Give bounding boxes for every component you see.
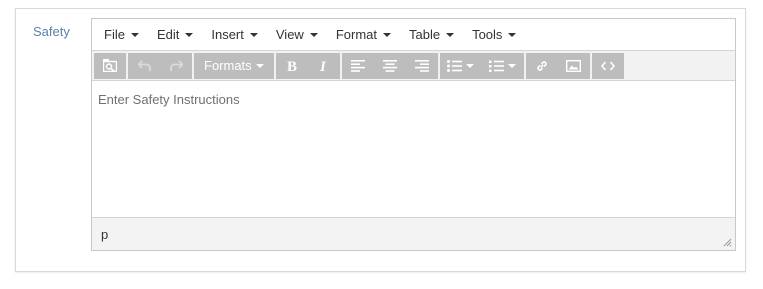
bullet-list-icon — [447, 59, 463, 72]
caret-down-icon — [130, 32, 139, 37]
align-right-button[interactable] — [406, 53, 438, 79]
svg-text:B: B — [287, 59, 297, 72]
field-label-safety: Safety — [33, 24, 70, 39]
italic-icon: I — [319, 59, 327, 72]
find-replace-button[interactable] — [94, 53, 126, 79]
rich-text-editor[interactable]: File Edit Insert View Format Table Tools — [91, 18, 736, 251]
numbered-list-icon — [489, 60, 505, 72]
editor-menubar: File Edit Insert View Format Table Tools — [92, 19, 735, 51]
menu-file[interactable]: File — [95, 19, 148, 51]
caret-down-icon — [466, 63, 475, 68]
undo-button[interactable] — [128, 53, 160, 79]
caret-down-icon — [508, 32, 517, 37]
menu-tools[interactable]: Tools — [463, 19, 525, 51]
toolbar-group-insert — [525, 52, 590, 79]
image-icon — [566, 59, 582, 72]
bold-icon: B — [287, 59, 297, 72]
formats-label: Formats — [204, 58, 252, 73]
formats-dropdown[interactable]: Formats — [194, 53, 274, 79]
caret-down-icon — [309, 32, 318, 37]
menu-tools-label: Tools — [472, 26, 503, 42]
toolbar-group-formats: Formats — [194, 52, 274, 79]
menu-table[interactable]: Table — [400, 19, 463, 51]
editor-statusbar: p — [92, 217, 735, 250]
caret-down-icon — [508, 63, 517, 68]
editor-toolbar: Formats B I — [92, 51, 735, 81]
undo-icon — [137, 60, 151, 71]
numbered-list-button[interactable] — [482, 53, 524, 79]
redo-icon — [169, 60, 183, 71]
svg-text:I: I — [319, 59, 327, 72]
editor-content-area[interactable]: Enter Safety Instructions — [92, 81, 735, 218]
caret-down-icon — [255, 63, 264, 68]
editor-placeholder: Enter Safety Instructions — [98, 92, 240, 107]
italic-button[interactable]: I — [308, 53, 340, 79]
align-left-icon — [350, 59, 365, 72]
caret-down-icon — [249, 32, 258, 37]
menu-insert[interactable]: Insert — [202, 19, 267, 51]
menu-insert-label: Insert — [211, 26, 244, 42]
menu-format-label: Format — [335, 26, 377, 42]
caret-down-icon — [185, 32, 194, 37]
bold-button[interactable]: B — [276, 53, 308, 79]
align-left-button[interactable] — [342, 53, 374, 79]
menu-file-label: File — [104, 26, 125, 42]
insert-link-button[interactable] — [526, 53, 558, 79]
menu-edit-label: Edit — [156, 26, 180, 42]
toolbar-group-align — [341, 52, 438, 79]
source-code-button[interactable] — [592, 53, 624, 79]
toolbar-group-lists — [439, 52, 524, 79]
align-center-icon — [382, 59, 397, 72]
toolbar-group-text-style: B I — [275, 52, 340, 79]
menu-format[interactable]: Format — [327, 19, 400, 51]
align-center-button[interactable] — [374, 53, 406, 79]
menu-view[interactable]: View — [267, 19, 327, 51]
toolbar-group-history — [128, 52, 192, 79]
menu-edit[interactable]: Edit — [148, 19, 202, 51]
align-right-icon — [414, 59, 429, 72]
element-path[interactable]: p — [101, 227, 108, 242]
image-search-icon — [103, 59, 117, 72]
insert-image-button[interactable] — [558, 53, 590, 79]
bullet-list-button[interactable] — [440, 53, 482, 79]
menu-table-label: Table — [409, 26, 441, 42]
menu-view-label: View — [275, 26, 304, 42]
toolbar-group-code — [591, 52, 624, 79]
code-icon — [600, 60, 615, 71]
caret-down-icon — [383, 32, 391, 37]
link-icon — [536, 60, 547, 71]
resize-handle-icon[interactable] — [723, 238, 732, 247]
toolbar-group-search — [94, 52, 126, 79]
redo-button[interactable] — [160, 53, 192, 79]
caret-down-icon — [446, 32, 455, 37]
